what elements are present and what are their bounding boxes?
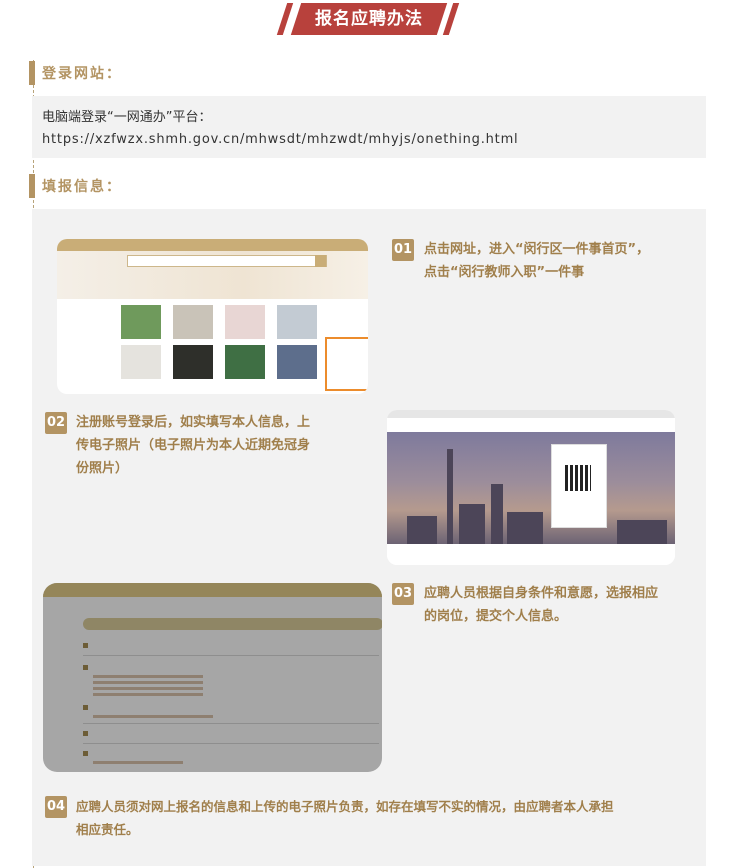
search-box-image — [127, 255, 327, 267]
section-login-title: 登录网站： — [42, 66, 122, 82]
form-text-line — [93, 761, 183, 764]
form-title-bar — [83, 618, 382, 630]
skyline-image — [387, 432, 675, 544]
url-intro: 电脑端登录“一网通办”平台： — [42, 110, 212, 125]
screenshot-login — [387, 410, 675, 565]
banner-title: 报名应聘办法 — [315, 9, 423, 29]
service-tile-image — [173, 305, 213, 339]
step-line: 应聘人员须对网上报名的信息和上传的电子照片负责，如存在填写不实的情况，由应聘者本… — [76, 799, 614, 814]
step-line: 注册账号登录后，如实填写本人信息，上 — [76, 415, 311, 430]
step-text: 点击网址，进入“闵行区一件事首页”， 点击“闵行教师入职”一件事 — [424, 238, 649, 284]
service-tile-image — [225, 305, 265, 339]
step-line: 的岗位，提交个人信息。 — [424, 609, 568, 624]
step-line: 相应责任。 — [76, 822, 139, 837]
step-text: 注册账号登录后，如实填写本人信息，上 传电子照片（电子照片为本人近期免冠身 份照… — [76, 411, 310, 480]
section-bar — [29, 174, 35, 198]
section-bar — [29, 61, 35, 85]
form-section-marker — [83, 665, 88, 670]
building-shape — [507, 512, 543, 544]
step-text: 应聘人员须对网上报名的信息和上传的电子照片负责，如存在填写不实的情况，由应聘者本… — [76, 795, 614, 841]
form-divider — [83, 743, 379, 744]
form-text-line — [93, 715, 213, 718]
search-icon — [315, 255, 326, 267]
service-tile-teacher-image — [277, 345, 317, 379]
step-text: 应聘人员根据自身条件和意愿，选报相应 的岗位，提交个人信息。 — [424, 582, 658, 628]
step-number: 03 — [392, 583, 414, 605]
step-line: 应聘人员根据自身条件和意愿，选报相应 — [424, 586, 659, 601]
step-line: 传电子照片（电子照片为本人近期免冠身 — [76, 438, 311, 453]
banner-left-slash — [276, 3, 294, 35]
url-link[interactable]: https://xzfwzx.shmh.gov.cn/mhwsdt/mhzwdt… — [42, 132, 518, 147]
service-tile-image — [173, 345, 213, 379]
step-number: 01 — [392, 239, 414, 261]
site-nav-bar — [387, 418, 675, 433]
service-tile-image — [121, 345, 161, 379]
title-banner: 报名应聘办法 — [276, 3, 460, 35]
service-tile-image — [277, 305, 317, 339]
form-text-line — [93, 693, 203, 696]
form-section-marker — [83, 643, 88, 648]
form-section-marker — [83, 751, 88, 756]
step-line: 份照片） — [76, 461, 129, 476]
building-shape — [617, 520, 667, 544]
section-fill-title: 填报信息： — [42, 179, 122, 195]
form-section-marker — [83, 705, 88, 710]
building-shape — [407, 516, 437, 544]
form-text-line — [93, 681, 203, 684]
highlight-frame — [325, 337, 368, 391]
form-section-marker — [83, 731, 88, 736]
form-divider — [83, 723, 379, 724]
step-line: 点击“闵行教师入职”一件事 — [424, 265, 585, 280]
form-divider — [83, 655, 379, 656]
site-header-bar — [57, 239, 368, 251]
step-number: 02 — [45, 412, 67, 434]
step-line: 点击网址，进入“闵行区一件事首页”， — [424, 242, 650, 257]
url-panel: 电脑端登录“一网通办”平台： https://xzfwzx.shmh.gov.c… — [32, 96, 706, 158]
screenshot-homepage — [57, 239, 368, 394]
qr-code-icon — [565, 465, 591, 491]
browser-chrome — [387, 410, 675, 418]
form-text-line — [93, 675, 203, 678]
site-header-bar — [43, 583, 382, 597]
building-shape — [491, 484, 503, 544]
service-tile-image — [225, 345, 265, 379]
login-card-image — [551, 444, 607, 528]
service-tile-image — [121, 305, 161, 339]
tower-shape — [447, 449, 453, 544]
site-footer — [387, 544, 675, 565]
step-number: 04 — [45, 796, 67, 818]
form-text-line — [93, 687, 203, 690]
screenshot-application-form — [43, 583, 382, 772]
building-shape — [459, 504, 485, 544]
